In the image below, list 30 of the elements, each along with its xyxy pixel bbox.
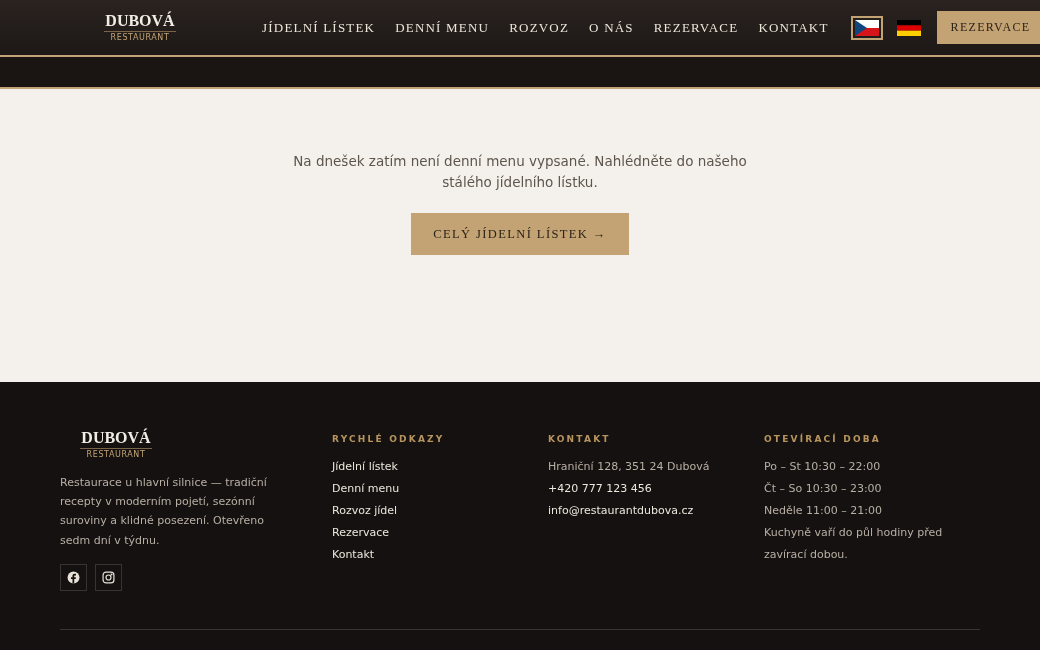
footer-link[interactable]: Jídelní lístek [332,456,548,478]
hours-text: Po – St 10:30 – 22:00 [764,459,882,475]
notice-text: Na dnešek zatím není denní menu vypsané. Nahlédněte do našeho stálého jídelního lístku. [292,152,748,192]
nav-link[interactable]: KONTAKT [758,19,829,36]
logo[interactable]: DUBOVÁ RESTAURANT [80,430,152,459]
footer-link[interactable]: Rozvoz jídel [332,500,548,522]
address-text: Hraniční 128, 351 24 Dubová [548,459,711,475]
nav-link[interactable]: DENNÍ MENU [395,19,490,36]
hours-text: Kuchyně vaří do půl hodiny před zavírací dobou. [764,525,944,563]
hours-text: Čt – So 10:30 – 23:00 [764,481,883,497]
contact-link[interactable]: info@restaurantdubova.cz [548,500,764,522]
nav-link[interactable]: JÍDELNÍ LÍSTEK [262,19,376,36]
column-heading: KONTAKT [548,434,612,444]
column-heading: OTEVÍRACÍ DOBA [764,434,882,444]
nav-link[interactable]: O NÁS [589,19,634,36]
logo[interactable]: DUBOVÁ RESTAURANT [104,13,176,42]
footer-link[interactable]: Kontakt [332,544,548,566]
about-text: Restaurace u hlavní silnice — tradiční recepty v moderním pojetí, sezónní suroviny a klidné posezení. Otevřeno sedm dní v týdnu. [60,475,268,549]
nav-link[interactable]: ROZVOZ [509,19,570,36]
full-menu-button[interactable]: CELÝ JÍDELNÍ LÍSTEK → [411,213,629,255]
facebook-icon[interactable] [60,563,87,591]
czech-flag-icon[interactable] [850,15,883,40]
reservation-button[interactable]: REZERVACE [936,11,1040,44]
instagram-icon[interactable] [95,563,122,591]
nav-link[interactable]: REZERVACE [653,19,739,36]
column-heading: RYCHLÉ ODKAZY [332,434,446,444]
footer-link[interactable]: Rezervace [332,522,548,544]
contact-link[interactable]: +420 777 123 456 [548,478,764,500]
hours-text: Neděle 11:00 – 21:00 [764,503,883,519]
footer-link[interactable]: Denní menu [332,478,548,500]
